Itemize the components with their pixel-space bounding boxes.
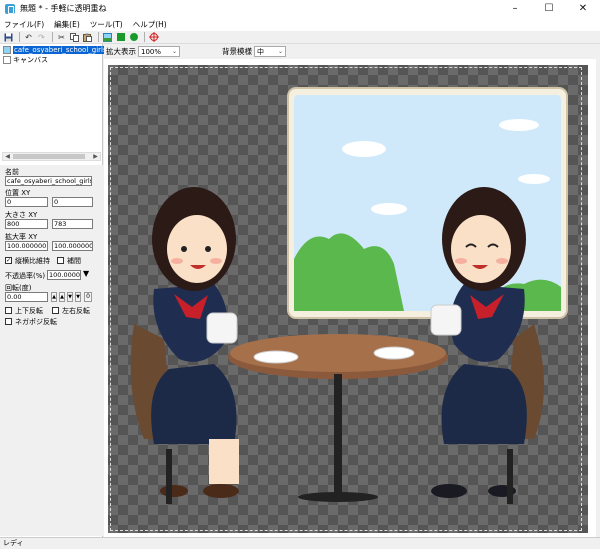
position-y-field[interactable]: 0: [52, 197, 93, 207]
toolbar-separator: [52, 32, 53, 42]
size-y-field[interactable]: 783: [52, 219, 93, 229]
layer-item-canvas[interactable]: キャンバス: [3, 55, 48, 64]
green-circle-icon[interactable]: [128, 32, 139, 43]
canvas-area[interactable]: [104, 59, 596, 537]
flip-leftright-label: 左右反転: [62, 307, 90, 315]
undo-icon[interactable]: ↶: [23, 32, 34, 43]
layer-label: cafe_osyaberi_school_girls.pn: [13, 45, 119, 54]
minimize-button[interactable]: –: [498, 0, 532, 17]
layer-horizontal-scrollbar[interactable]: ◀ ▶: [2, 152, 101, 161]
app-icon: [5, 3, 15, 14]
scroll-left-icon[interactable]: ◀: [3, 153, 12, 160]
keep-ratio-checkbox[interactable]: ✓: [5, 257, 12, 264]
menu-bar: ファイル(F) 編集(E) ツール(T) ヘルプ(H): [0, 17, 600, 31]
toolbar: ↶ ↷ ✂: [0, 31, 600, 44]
scroll-right-icon[interactable]: ▶: [91, 153, 100, 160]
opacity-field[interactable]: 100.00000: [47, 270, 81, 280]
menu-edit[interactable]: 編集(E): [54, 19, 80, 30]
image-icon[interactable]: [102, 32, 113, 43]
interpolate-label: 補間: [67, 257, 81, 265]
window-title: 無題 * - 手軽に透明重ね: [20, 4, 107, 13]
title-bar: 無題 * - 手軽に透明重ね – ☐ ✕: [0, 0, 600, 17]
flip-leftright-checkbox[interactable]: [52, 307, 59, 314]
chevron-down-icon: ⌄: [171, 48, 177, 55]
opacity-label: 不透過率(%): [5, 272, 46, 280]
name-field[interactable]: cafe_osyaberi_school_girls.p: [5, 176, 92, 186]
maximize-button[interactable]: ☐: [532, 0, 566, 17]
scale-x-field[interactable]: 100.000000: [5, 241, 48, 251]
toolbar-separator: [19, 32, 20, 42]
toolbar-separator: [144, 32, 145, 42]
opacity-dropdown-icon[interactable]: ▼: [83, 269, 89, 278]
keep-ratio-label: 縦横比維持: [15, 257, 50, 265]
position-x-field[interactable]: 0: [5, 197, 48, 207]
rotation-step-up-icon[interactable]: ▲: [51, 292, 57, 302]
rotation-fast-down-icon[interactable]: ▼: [75, 292, 81, 302]
layer-image[interactable]: [104, 59, 596, 537]
size-x-field[interactable]: 800: [5, 219, 48, 229]
flip-updown-label: 上下反転: [15, 307, 43, 315]
layer-label: キャンバス: [13, 55, 48, 64]
rotation-field[interactable]: 0.00: [5, 292, 48, 302]
layer-thumbnail-icon: [3, 55, 11, 64]
paste-icon[interactable]: [82, 32, 93, 43]
scale-y-field[interactable]: 100.000000: [52, 241, 93, 251]
negative-label: ネガポジ反転: [15, 318, 57, 326]
background-pattern-label: 背景模様: [222, 47, 252, 56]
copy-icon[interactable]: [69, 32, 80, 43]
redo-icon[interactable]: ↷: [36, 32, 47, 43]
toolbar-separator: [98, 32, 99, 42]
properties-panel: 名前 cafe_osyaberi_school_girls.p 位置 XY 0 …: [0, 165, 103, 536]
layer-thumbnail-icon: [3, 45, 11, 54]
layer-item-image[interactable]: cafe_osyaberi_school_girls.pn: [3, 45, 119, 54]
menu-help[interactable]: ヘルプ(H): [133, 19, 167, 30]
chevron-down-icon: ⌄: [277, 48, 283, 55]
background-pattern-value: 中: [257, 47, 264, 56]
rotation-step-down-icon[interactable]: ▼: [67, 292, 73, 302]
zoom-select[interactable]: 100% ⌄: [138, 46, 180, 57]
window-controls: – ☐ ✕: [498, 0, 600, 17]
interpolate-checkbox[interactable]: [57, 257, 64, 264]
status-bar: レディ: [0, 537, 600, 549]
cut-icon[interactable]: ✂: [56, 32, 67, 43]
negative-checkbox[interactable]: [5, 318, 12, 325]
scrollbar-thumb[interactable]: [13, 154, 85, 159]
rotation-reset-button[interactable]: 0: [84, 292, 92, 302]
zoom-value: 100%: [141, 47, 162, 56]
menu-tools[interactable]: ツール(T): [90, 19, 123, 30]
menu-file[interactable]: ファイル(F): [4, 19, 44, 30]
save-icon[interactable]: [3, 32, 14, 43]
layer-panel: cafe_osyaberi_school_girls.pn キャンバス ◀ ▶ …: [0, 44, 119, 537]
rotation-fast-up-icon[interactable]: ▲: [59, 292, 65, 302]
flip-updown-checkbox[interactable]: [5, 307, 12, 314]
close-button[interactable]: ✕: [566, 0, 600, 17]
crosshair-icon[interactable]: [148, 32, 159, 43]
background-pattern-select[interactable]: 中 ⌄: [254, 46, 286, 57]
view-header: 拡大表示 100% ⌄ 背景模様 中 ⌄: [104, 44, 600, 59]
green-square-icon[interactable]: [115, 32, 126, 43]
zoom-label: 拡大表示: [106, 47, 136, 56]
